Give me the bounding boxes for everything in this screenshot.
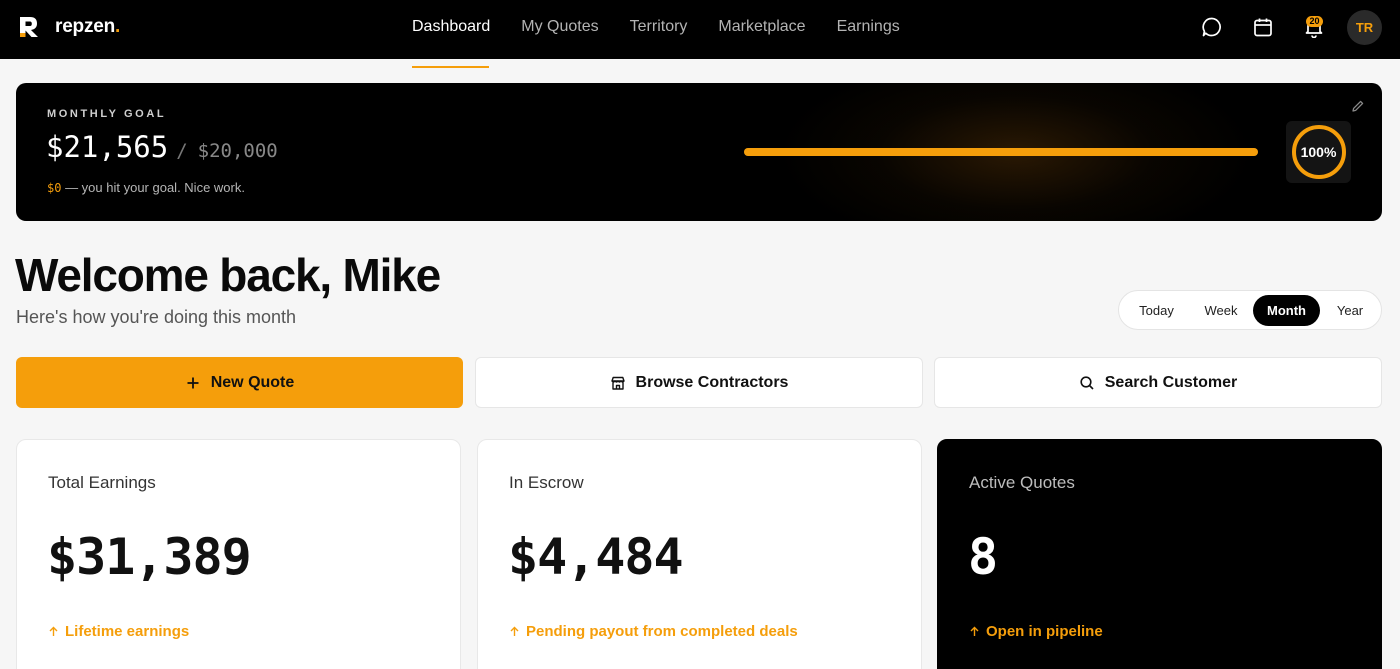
stat-value: $31,389 <box>47 528 252 586</box>
active-tab-indicator <box>412 66 489 68</box>
goal-amount: $21,565 / $20,000 <box>46 130 278 164</box>
stat-card-total-earnings[interactable]: Total Earnings $31,389 Lifetime earnings <box>16 439 461 669</box>
stat-footnote-text: Open in pipeline <box>986 623 1103 640</box>
nav-dashboard[interactable]: Dashboard <box>412 18 490 36</box>
goal-note-text: — you hit your goal. Nice work. <box>61 180 245 195</box>
goal-progress-bar <box>744 148 1258 156</box>
period-today[interactable]: Today <box>1123 295 1190 326</box>
monthly-goal-banner: MONTHLY GOAL $21,565 / $20,000 $0 — you … <box>16 83 1382 221</box>
nav-territory[interactable]: Territory <box>630 18 688 36</box>
search-customer-button[interactable]: Search Customer <box>934 357 1382 408</box>
nav-earnings[interactable]: Earnings <box>837 18 900 36</box>
goal-percent: 100% <box>1300 144 1337 160</box>
page-title: Welcome back, Mike <box>15 249 441 301</box>
storefront-icon <box>610 376 625 390</box>
stat-footnote: Open in pipeline <box>969 623 1103 640</box>
period-year[interactable]: Year <box>1321 295 1379 326</box>
top-navbar: repzen. Dashboard My Quotes Territory Ma… <box>0 0 1400 59</box>
browse-contractors-button[interactable]: Browse Contractors <box>475 357 923 408</box>
stat-footnote-text: Lifetime earnings <box>65 623 190 640</box>
goal-progress-ring: 100% <box>1286 121 1351 183</box>
goal-current: $21,565 <box>46 130 169 164</box>
browse-contractors-label: Browse Contractors <box>635 373 789 391</box>
main-nav: Dashboard My Quotes Territory Marketplac… <box>412 18 931 36</box>
stat-value: $4,484 <box>508 528 684 586</box>
goal-remaining: $0 <box>47 181 62 195</box>
nav-my-quotes[interactable]: My Quotes <box>521 18 598 36</box>
stat-footnote-text: Pending payout from completed deals <box>526 623 798 640</box>
search-customer-label: Search Customer <box>1104 373 1238 391</box>
goal-label: MONTHLY GOAL <box>47 108 167 120</box>
new-quote-button[interactable]: New Quote <box>16 357 463 408</box>
goal-separator: / <box>176 140 188 162</box>
arrow-up-icon <box>510 626 519 636</box>
plus-icon <box>187 377 199 388</box>
period-week[interactable]: Week <box>1190 295 1252 326</box>
chat-icon[interactable] <box>1201 16 1223 38</box>
brand-dot: . <box>115 16 121 37</box>
period-month[interactable]: Month <box>1253 295 1320 326</box>
goal-target: $20,000 <box>197 140 278 162</box>
calendar-icon[interactable] <box>1252 16 1274 38</box>
goal-note: $0 — you hit your goal. Nice work. <box>47 180 245 195</box>
arrow-up-icon <box>970 626 979 636</box>
goal-progress-fill <box>744 148 1258 156</box>
logo-mark-icon <box>20 17 38 37</box>
notification-badge: 20 <box>1306 16 1323 27</box>
stat-title: Total Earnings <box>48 473 156 492</box>
stat-title: In Escrow <box>509 473 584 492</box>
new-quote-label: New Quote <box>210 373 295 391</box>
stat-title: Active Quotes <box>969 473 1075 492</box>
nav-marketplace[interactable]: Marketplace <box>718 18 805 36</box>
stat-card-active-quotes[interactable]: Active Quotes 8 Open in pipeline <box>937 439 1382 669</box>
edit-pencil-icon[interactable] <box>1351 99 1365 113</box>
period-selector: Today Week Month Year <box>1118 290 1382 330</box>
stat-value: 8 <box>968 528 998 586</box>
brand-name: repzen <box>55 16 116 37</box>
search-icon <box>1080 375 1094 390</box>
arrow-up-icon <box>49 626 58 636</box>
page-subtitle: Here's how you're doing this month <box>16 307 297 327</box>
avatar[interactable]: TR <box>1347 10 1382 45</box>
stat-card-in-escrow[interactable]: In Escrow $4,484 Pending payout from com… <box>477 439 922 669</box>
brand-logo[interactable]: repzen. <box>18 15 120 39</box>
stat-footnote: Lifetime earnings <box>48 623 189 640</box>
stat-footnote: Pending payout from completed deals <box>509 623 798 640</box>
